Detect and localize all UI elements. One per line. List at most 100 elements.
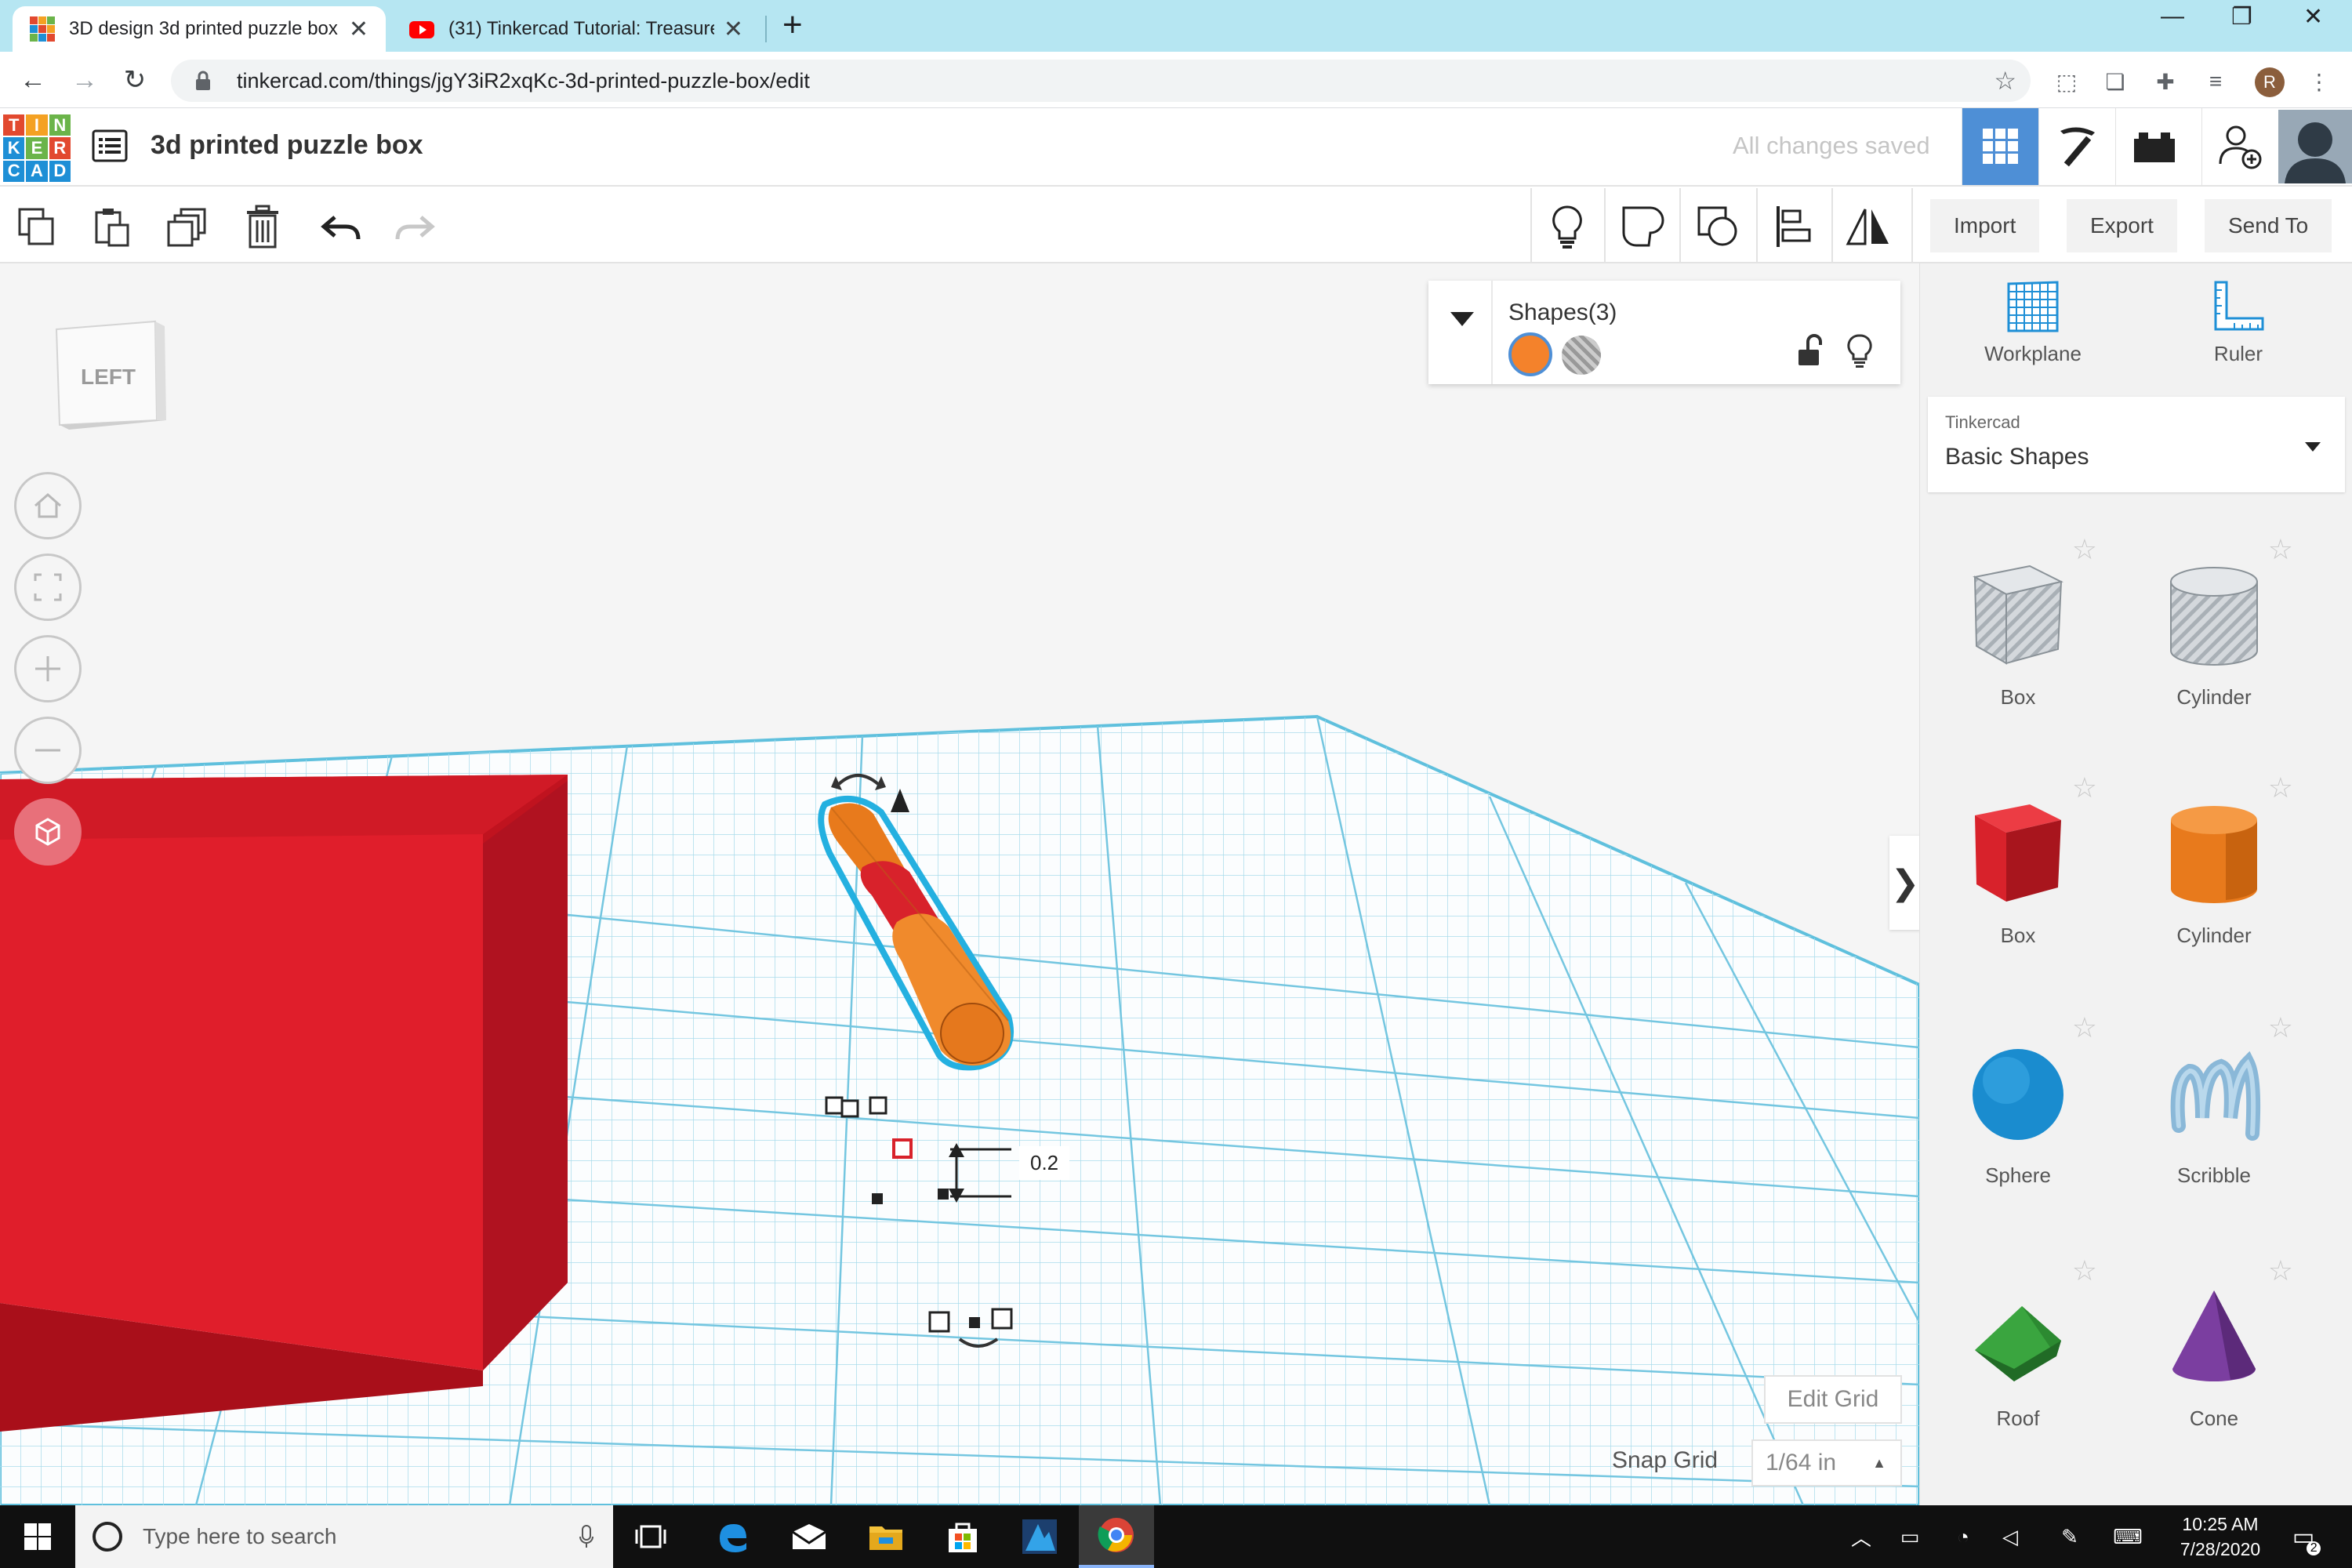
battery-icon[interactable]: ▭ <box>1894 1523 1926 1551</box>
shape-card-box[interactable]: ☆ Box <box>1920 760 2116 996</box>
3d-design-view-button[interactable] <box>1962 108 2038 185</box>
start-button[interactable] <box>0 1505 75 1568</box>
mail-button[interactable] <box>771 1505 847 1568</box>
tab-close-icon[interactable]: ✕ <box>724 16 743 43</box>
group-button[interactable] <box>1615 199 1670 254</box>
close-window-icon[interactable]: ✕ <box>2303 3 2323 31</box>
file-explorer-button[interactable] <box>848 1505 924 1568</box>
midpoint-handle[interactable] <box>969 1317 980 1328</box>
edge-browser-button[interactable] <box>695 1505 770 1568</box>
show-hidden-icons-icon[interactable]: ︿ <box>1846 1523 1877 1551</box>
import-button[interactable]: Import <box>1930 199 2040 252</box>
pen-icon[interactable]: ✎ <box>2054 1523 2085 1551</box>
tab-youtube-tutorial[interactable]: (31) Tinkercad Tutorial: Treasure I ✕ <box>392 6 760 52</box>
shape-card-cylinder-hole[interactable]: ☆ Cylinder <box>2116 522 2312 757</box>
media-controls-icon[interactable]: ≡ <box>2201 67 2230 96</box>
forward-arrow-icon[interactable]: → <box>64 60 105 100</box>
microphone-icon[interactable] <box>579 1524 594 1549</box>
3d-viewport[interactable]: 0.2 LEFT Shapes(3) ❯ Edit Grid Snap Grid… <box>0 263 1919 1505</box>
midpoint-handle[interactable] <box>872 1193 883 1204</box>
shape-card-sphere[interactable]: ☆ Sphere <box>1920 1000 2116 1236</box>
design-title[interactable]: 3d printed puzzle box <box>151 130 423 161</box>
mirror-button[interactable] <box>1841 199 1896 254</box>
workplane-label: Workplane <box>1984 342 2082 365</box>
redo-button[interactable] <box>387 199 442 254</box>
ortho-view-button[interactable] <box>14 798 82 866</box>
notification-center-icon[interactable]: ▭ 2 <box>2288 1523 2321 1555</box>
view-cube[interactable]: LEFT <box>50 310 168 436</box>
trash-icon <box>247 205 278 249</box>
paste-button[interactable] <box>85 199 140 254</box>
unlock-icon[interactable] <box>1794 334 1825 368</box>
puzzle-extensions-icon[interactable]: ✚ <box>2151 67 2180 96</box>
zoom-in-button[interactable] <box>14 635 82 702</box>
shape-card-box-hole[interactable]: ☆ Box <box>1920 522 2116 757</box>
home-view-button[interactable] <box>14 472 82 539</box>
keyboard-icon[interactable]: ⌨ <box>2112 1523 2143 1551</box>
panel-toggle-chevron-icon[interactable]: ❯ <box>1889 836 1919 930</box>
duplicate-button[interactable] <box>160 199 215 254</box>
resize-handle[interactable] <box>825 1096 844 1115</box>
ruler-tool[interactable]: Ruler <box>2160 279 2317 366</box>
shape-card-scribble[interactable]: ☆ Scribble <box>2116 1000 2312 1236</box>
red-slab-shape[interactable] <box>0 775 568 1432</box>
shape-card-cylinder[interactable]: ☆ Cylinder <box>2116 760 2312 996</box>
workplane-tool[interactable]: Workplane <box>1955 279 2111 366</box>
taskbar-clock[interactable]: 10:25 AM 7/28/2020 <box>2158 1512 2283 1562</box>
taskbar-search-box[interactable]: Type here to search <box>75 1505 613 1568</box>
resize-handle[interactable] <box>840 1099 859 1118</box>
undo-button[interactable] <box>314 199 368 254</box>
minimize-icon[interactable]: — <box>2161 3 2184 30</box>
snap-grid-select[interactable]: 1/64 in ▲ <box>1751 1439 1902 1486</box>
workplane-scene[interactable] <box>0 263 1919 1505</box>
task-view-button[interactable] <box>613 1505 688 1568</box>
bookmark-star-icon[interactable]: ☆ <box>1994 66 2016 96</box>
edit-grid-button[interactable]: Edit Grid <box>1764 1375 1902 1424</box>
fit-view-button[interactable] <box>14 554 82 621</box>
align-button[interactable] <box>1766 199 1820 254</box>
midpoint-handle[interactable] <box>938 1189 949 1200</box>
shape-card-cone[interactable]: ☆ Cone <box>2116 1243 2312 1479</box>
maximize-icon[interactable]: ❐ <box>2231 3 2252 31</box>
resize-handle[interactable] <box>869 1096 887 1115</box>
more-menu-icon[interactable]: ⋮ <box>2305 67 2333 96</box>
ungroup-button[interactable] <box>1690 199 1745 254</box>
extension-icon[interactable]: ⬚ <box>2053 67 2081 96</box>
height-handle[interactable] <box>892 1138 913 1159</box>
send-to-button[interactable]: Send To <box>2205 199 2332 252</box>
wifi-icon[interactable]: ◔ <box>1947 1523 1979 1551</box>
volume-muted-icon[interactable]: ◁ <box>1994 1523 2026 1551</box>
tab-tinkercad-design[interactable]: 3D design 3d printed puzzle box ✕ <box>13 6 386 52</box>
solid-color-button[interactable] <box>1508 332 1552 376</box>
lightbulb-icon[interactable] <box>1844 334 1875 368</box>
chrome-button[interactable] <box>1079 1505 1154 1568</box>
reload-icon[interactable]: ↻ <box>114 60 155 100</box>
copy-button[interactable] <box>9 199 64 254</box>
user-avatar[interactable] <box>2278 110 2352 183</box>
hole-button[interactable] <box>1562 336 1601 375</box>
shape-library-select[interactable]: Tinkercad Basic Shapes <box>1928 397 2345 492</box>
delete-button[interactable] <box>235 199 290 254</box>
new-tab-icon[interactable]: + <box>782 8 803 42</box>
resize-handle[interactable] <box>928 1311 950 1333</box>
show-all-button[interactable] <box>1540 199 1595 254</box>
design-list-icon[interactable] <box>91 127 129 165</box>
dimension-value[interactable]: 0.2 <box>1019 1146 1070 1180</box>
shape-card-roof[interactable]: ☆ Roof <box>1920 1243 2116 1479</box>
export-button[interactable]: Export <box>2067 199 2177 252</box>
tinkercad-logo[interactable]: T I N K E R C A D <box>3 114 71 182</box>
collapse-arrow-icon[interactable] <box>1449 309 1475 329</box>
resize-handle[interactable] <box>991 1308 1013 1330</box>
address-bar[interactable]: tinkercad.com/things/jgY3iR2xqKc-3d-prin… <box>171 60 2031 102</box>
inspector-divider <box>1491 281 1493 384</box>
zoom-out-button[interactable] <box>14 717 82 784</box>
extension-icon[interactable]: ❏ <box>2101 67 2129 96</box>
back-arrow-icon[interactable]: ← <box>13 60 53 100</box>
photo-app-button[interactable] <box>1002 1505 1077 1568</box>
bricks-view-button[interactable] <box>2115 108 2192 185</box>
invite-user-button[interactable] <box>2201 108 2278 185</box>
store-button[interactable] <box>925 1505 1000 1568</box>
tab-close-icon[interactable]: ✕ <box>349 16 368 43</box>
profile-avatar[interactable]: R <box>2255 67 2285 97</box>
blocks-view-button[interactable] <box>2038 108 2115 185</box>
